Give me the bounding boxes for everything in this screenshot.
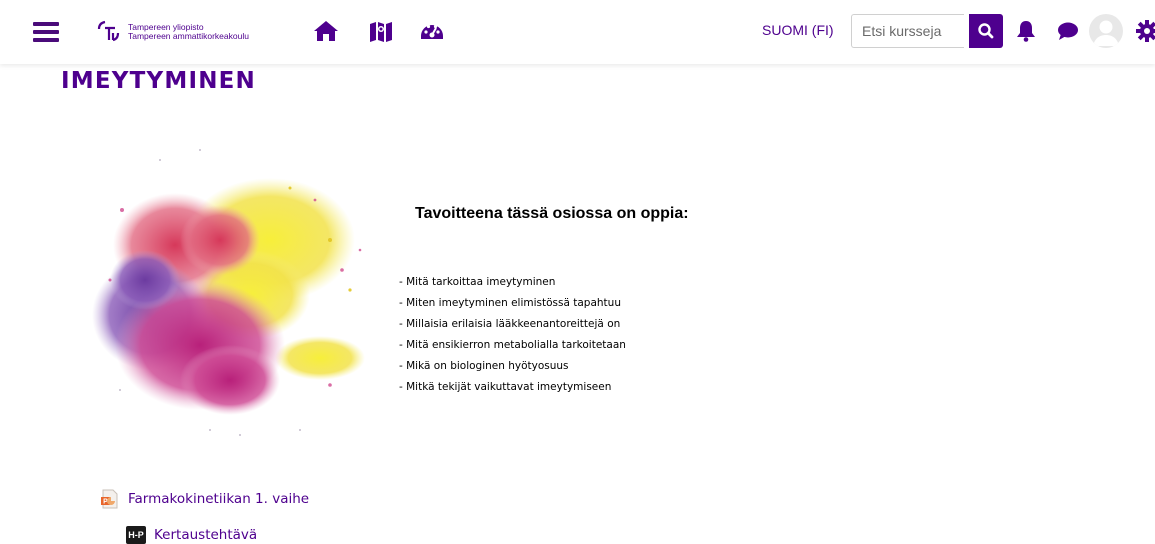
activity-label: Farmakokinetiikan 1. vaihe (128, 491, 310, 507)
goal-item: - Miten imeytyminen elimistössä tapahtuu (399, 297, 621, 309)
gear-icon[interactable] (1136, 20, 1155, 46)
goal-item: - Mitkä tekijät vaikuttavat imeytymiseen (399, 381, 612, 393)
section-title: IMEYTYMINEN (61, 68, 257, 94)
avatar-icon[interactable] (1089, 14, 1123, 48)
dashboard-icon[interactable] (419, 18, 445, 44)
university-logo[interactable]: Tampereen yliopisto Tampereen ammattikor… (96, 16, 249, 48)
search-button[interactable] (969, 14, 1003, 48)
map-icon[interactable] (368, 18, 394, 44)
activity-link-h5p[interactable]: H-P Kertaustehtävä (126, 526, 257, 544)
search-icon (978, 23, 994, 39)
goal-item: - Mitä tarkoittaa imeytyminen (399, 276, 556, 288)
learning-goals-list: - Mitä tarkoittaa imeytyminen - Miten im… (399, 277, 626, 403)
logo-mark-icon (97, 20, 120, 42)
logo-line-2: Tampereen ammattikorkeakoulu (128, 31, 249, 41)
goal-item: - Mitä ensikierron metabolialla tarkoite… (399, 339, 626, 351)
course-search-input[interactable] (851, 14, 964, 48)
goal-item: - Mikä on biologinen hyötyosuus (399, 360, 569, 372)
top-navbar: Tampereen yliopisto Tampereen ammattikor… (0, 0, 1155, 64)
home-icon[interactable] (313, 18, 339, 44)
learning-goals-heading: Tavoitteena tässä osiossa on oppia: (415, 205, 689, 222)
activity-link-presentation[interactable]: P Farmakokinetiikan 1. vaihe (100, 489, 309, 509)
bell-icon[interactable] (1016, 20, 1036, 46)
powerpoint-icon: P (101, 489, 118, 509)
activity-label: Kertaustehtävä (154, 527, 258, 543)
goal-item: - Millaisia erilaisia lääkkeenantoreitte… (399, 318, 621, 330)
h5p-icon: H-P (126, 526, 146, 544)
watercolor-splash-image (92, 149, 365, 436)
language-selector[interactable]: SUOMI (FI) (762, 22, 834, 38)
chat-icon[interactable] (1057, 21, 1079, 45)
menu-icon[interactable] (33, 20, 59, 42)
